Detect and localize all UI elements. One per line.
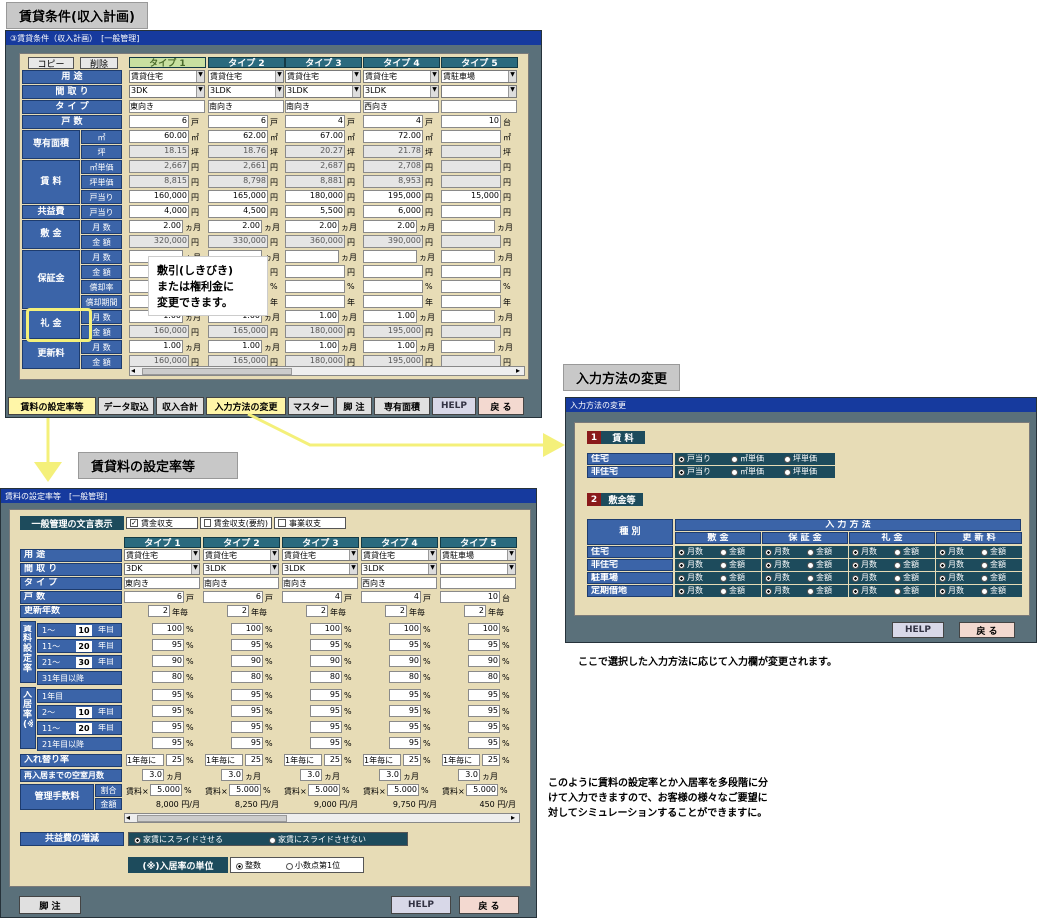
connector-arrows <box>34 412 565 482</box>
arrow-down-head <box>34 462 62 482</box>
arrow-right-head <box>543 433 565 457</box>
arrow-right-line <box>247 412 545 447</box>
